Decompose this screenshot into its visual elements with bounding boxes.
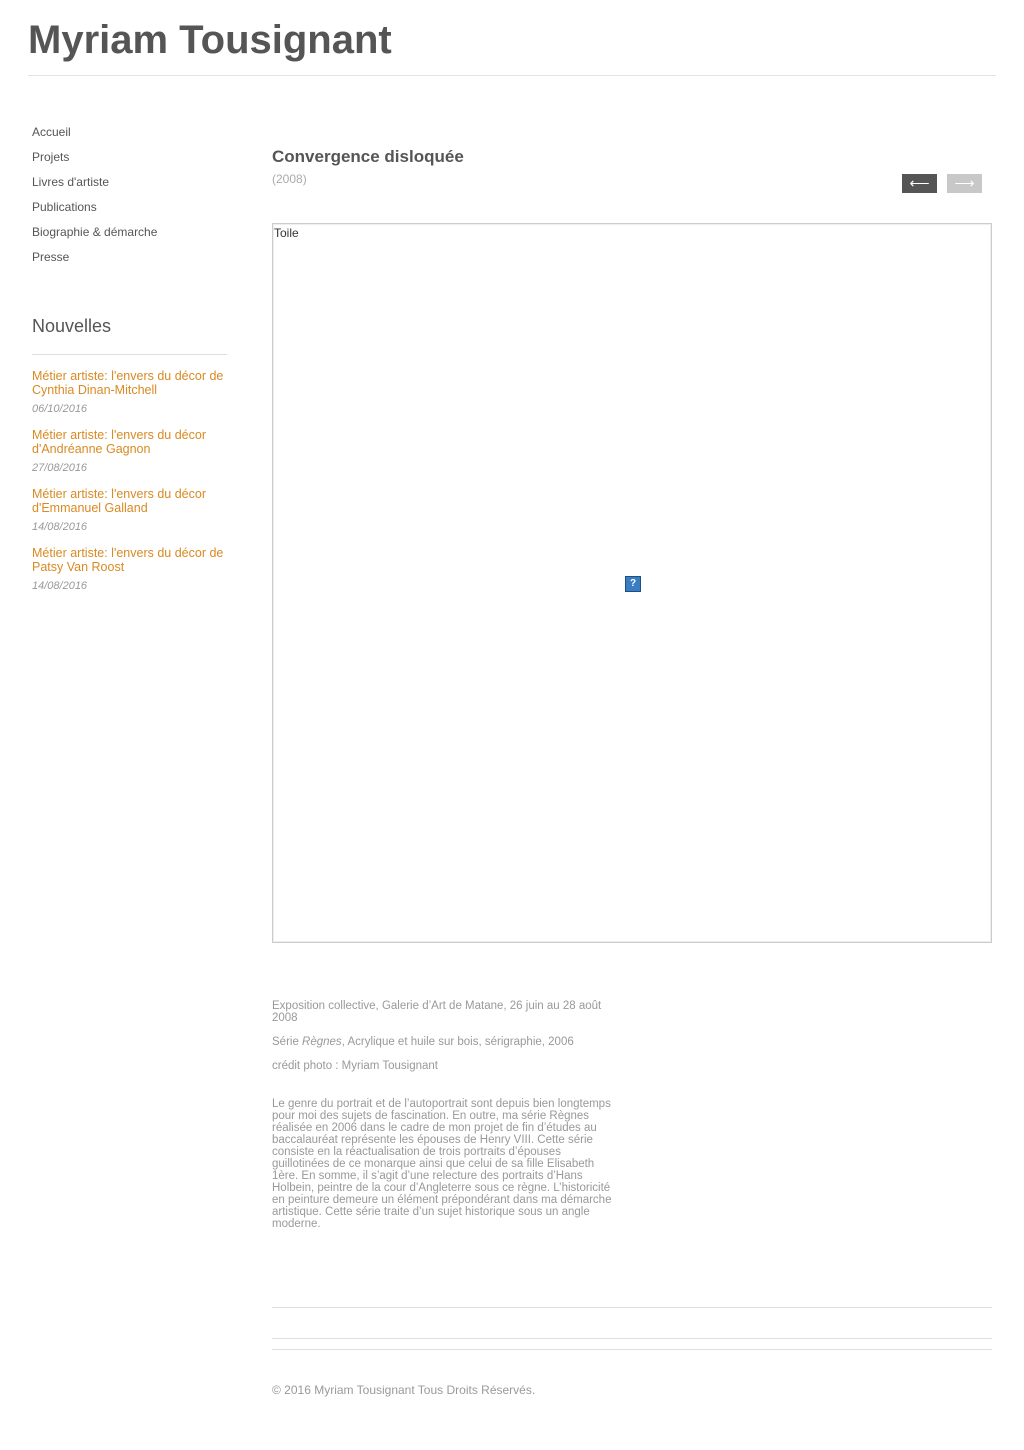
news-link[interactable]: Métier artiste: l'envers du décor d'Andr… (32, 428, 227, 456)
image-alt-text: Toile (274, 226, 299, 240)
news-item: Métier artiste: l'envers du décor de Cyn… (32, 369, 227, 416)
news-date: 14/08/2016 (32, 521, 88, 533)
main-nav: Accueil Projets Livres d'artiste Publica… (32, 120, 227, 270)
site-title[interactable]: Myriam Tousignant (28, 16, 392, 64)
nav-item-presse[interactable]: Presse (32, 245, 227, 270)
divider (272, 1307, 992, 1308)
news-link[interactable]: Métier artiste: l'envers du décor d'Emma… (32, 487, 227, 515)
nav-item-accueil[interactable]: Accueil (32, 120, 227, 145)
sidebar: Accueil Projets Livres d'artiste Publica… (32, 120, 227, 605)
news-date: 14/08/2016 (32, 580, 88, 592)
work-year: (2008) (272, 172, 307, 186)
series-info: Série Règnes, Acrylique et huile sur boi… (272, 1036, 574, 1048)
divider (272, 1349, 992, 1350)
series-name: Règnes (302, 1036, 342, 1048)
nav-item-publications[interactable]: Publications (32, 195, 227, 220)
news-link[interactable]: Métier artiste: l'envers du décor de Cyn… (32, 369, 227, 397)
nav-item-projets[interactable]: Projets (32, 145, 227, 170)
news-item: Métier artiste: l'envers du décor d'Andr… (32, 428, 227, 475)
nav-item-livres-artiste[interactable]: Livres d'artiste (32, 170, 227, 195)
news-link[interactable]: Métier artiste: l'envers du décor de Pat… (32, 546, 227, 574)
arrow-right-icon: ⟶ (954, 175, 975, 191)
work-title: Convergence disloquée (272, 147, 464, 166)
previous-work-button[interactable]: ⟵ (902, 174, 937, 193)
news-item: Métier artiste: l'envers du décor de Pat… (32, 546, 227, 593)
news-date: 27/08/2016 (32, 462, 88, 474)
site-header: Myriam Tousignant (28, 0, 996, 76)
photo-credit: crédit photo : Myriam Tousignant (272, 1060, 438, 1072)
artwork-image[interactable]: Toile ? (272, 223, 992, 943)
artist-statement: Le genre du portrait et de l’autoportrai… (272, 1098, 612, 1230)
next-work-button[interactable]: ⟶ (947, 174, 982, 193)
news-item: Métier artiste: l'envers du décor d'Emma… (32, 487, 227, 534)
exhibition-info: Exposition collective, Galerie d’Art de … (272, 1000, 602, 1024)
news-heading: Nouvelles (32, 314, 227, 355)
nav-item-biographie[interactable]: Biographie & démarche (32, 220, 227, 245)
divider (272, 1338, 992, 1339)
arrow-left-icon: ⟵ (909, 175, 930, 191)
broken-image-icon: ? (625, 576, 641, 592)
copyright-text: © 2016 Myriam Tousignant Tous Droits Rés… (272, 1383, 536, 1397)
work-description: Exposition collective, Galerie d’Art de … (272, 1000, 617, 1242)
news-date: 06/10/2016 (32, 403, 88, 415)
